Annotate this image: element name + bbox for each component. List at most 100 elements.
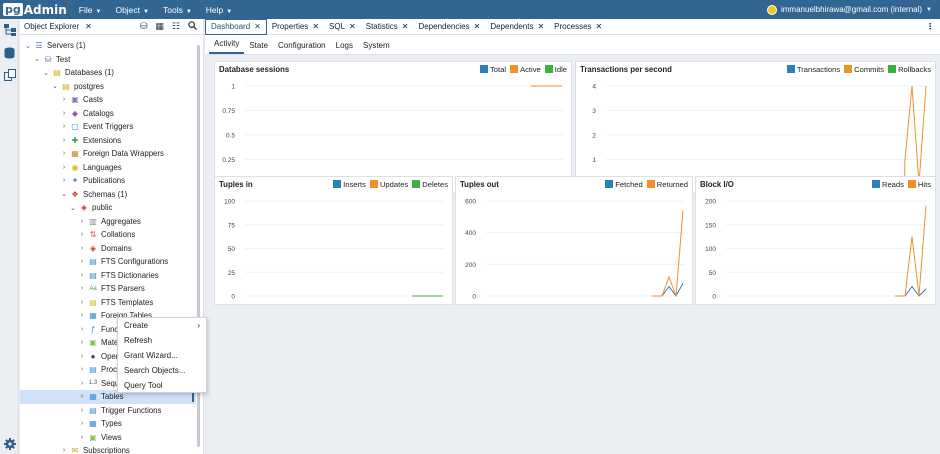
close-icon[interactable]: ✕: [537, 22, 544, 31]
close-icon[interactable]: ✕: [474, 22, 481, 31]
database-rail-icon[interactable]: [3, 46, 16, 59]
close-icon[interactable]: ✕: [349, 22, 356, 31]
tree-node-languages[interactable]: › ◉ Languages: [60, 161, 122, 175]
tab-sql[interactable]: SQL ✕: [324, 19, 361, 35]
chevron-right-icon[interactable]: ›: [78, 231, 86, 238]
chevron-right-icon[interactable]: ›: [78, 339, 86, 346]
chevron-right-icon[interactable]: ›: [78, 366, 86, 373]
tree-node-types[interactable]: › ▦ Types: [78, 417, 122, 431]
context-item-query-tool[interactable]: Query Tool: [118, 378, 206, 393]
subtab-activity[interactable]: Activity: [209, 39, 245, 54]
tree-node-postgres[interactable]: ⌄ ▤ postgres: [51, 80, 104, 94]
tree-node-aggregates[interactable]: › ▥ Aggregates: [78, 215, 141, 229]
chevron-down-icon[interactable]: ⌄: [60, 190, 68, 198]
chevron-right-icon[interactable]: ›: [78, 353, 86, 360]
tree-node-event-triggers[interactable]: › ▢ Event Triggers: [60, 120, 133, 134]
menu-help[interactable]: Help ▼: [206, 5, 232, 15]
schema-diff-rail-icon[interactable]: [3, 68, 16, 81]
close-panel-icon[interactable]: ✕: [85, 22, 92, 31]
chevron-right-icon[interactable]: ›: [78, 245, 86, 252]
chevron-right-icon[interactable]: ›: [78, 393, 86, 400]
tab-dependencies[interactable]: Dependencies ✕: [413, 19, 485, 35]
chevron-right-icon[interactable]: ›: [60, 177, 68, 184]
chevron-right-icon[interactable]: ›: [60, 164, 68, 171]
tree-node-fts-parsers[interactable]: › Aa FTS Parsers: [78, 282, 145, 296]
subtab-system[interactable]: System: [358, 41, 395, 54]
chevron-down-icon[interactable]: ⌄: [33, 55, 41, 63]
chevron-right-icon[interactable]: ›: [78, 299, 86, 306]
chevron-down-icon[interactable]: ⌄: [51, 82, 59, 90]
tree-node-servers-1[interactable]: ⌄ ☰ Servers (1): [24, 39, 86, 53]
tab-properties[interactable]: Properties ✕: [267, 19, 324, 35]
tree-node-domains[interactable]: › ◈ Domains: [78, 242, 132, 256]
search-icon[interactable]: [188, 21, 197, 32]
context-item-grant-wizard[interactable]: Grant Wizard...: [118, 348, 206, 363]
chevron-right-icon[interactable]: ›: [60, 110, 68, 117]
context-item-search-objects[interactable]: Search Objects...: [118, 363, 206, 378]
main-menu: File ▼ Object ▼ Tools ▼ Help ▼: [79, 5, 232, 15]
y-tick-label: 2: [592, 133, 596, 140]
tree-node-casts[interactable]: › ▣ Casts: [60, 93, 103, 107]
chevron-right-icon[interactable]: ›: [78, 258, 86, 265]
chevron-right-icon[interactable]: ›: [78, 218, 86, 225]
tree-node-collations[interactable]: › ⇅ Collations: [78, 228, 135, 242]
chevron-right-icon[interactable]: ›: [78, 285, 86, 292]
context-item-label: Create: [124, 321, 149, 330]
context-item-create[interactable]: Create ›: [118, 318, 206, 333]
close-icon[interactable]: ✕: [254, 22, 261, 31]
tab-statistics[interactable]: Statistics ✕: [361, 19, 414, 35]
chevron-down-icon[interactable]: ⌄: [69, 204, 77, 212]
catalogs-icon: ◆: [71, 108, 79, 118]
table-view-icon[interactable]: ▦: [155, 21, 164, 32]
tree-node-publications[interactable]: › ✦ Publications: [60, 174, 125, 188]
chevron-right-icon[interactable]: ›: [78, 312, 86, 319]
close-icon[interactable]: ✕: [312, 22, 319, 31]
settings-gear-icon[interactable]: [3, 437, 16, 450]
tree-node-test[interactable]: ⌄ ⛁ Test: [33, 53, 70, 67]
subtab-logs[interactable]: Logs: [331, 41, 358, 54]
pgadmin-logo: pg Admin: [3, 3, 67, 17]
chevron-right-icon[interactable]: ›: [78, 434, 86, 441]
chevron-down-icon[interactable]: ⌄: [42, 69, 50, 77]
chevron-right-icon[interactable]: ›: [60, 150, 68, 157]
tree-node-foreign-data-wrappers[interactable]: › ▦ Foreign Data Wrappers: [60, 147, 164, 161]
chevron-right-icon[interactable]: ›: [78, 420, 86, 427]
chevron-right-icon[interactable]: ›: [60, 447, 68, 454]
chevron-right-icon[interactable]: ›: [60, 96, 68, 103]
close-icon[interactable]: ✕: [596, 22, 603, 31]
tree-node-subscriptions[interactable]: › ✉ Subscriptions: [60, 444, 130, 454]
filter-icon[interactable]: ☷: [172, 21, 180, 32]
chevron-right-icon[interactable]: ›: [60, 123, 68, 130]
menu-object[interactable]: Object ▼: [115, 5, 149, 15]
tree-node-views[interactable]: › ▣ Views: [78, 431, 122, 445]
object-explorer-rail-icon[interactable]: [3, 23, 16, 36]
chevron-right-icon[interactable]: ›: [78, 326, 86, 333]
tab-processes[interactable]: Processes ✕: [549, 19, 607, 35]
context-item-refresh[interactable]: Refresh: [118, 333, 206, 348]
tree-node-schemas-1[interactable]: ⌄ ❖ Schemas (1): [60, 188, 127, 202]
tree-node-fts-configurations[interactable]: › ▤ FTS Configurations: [78, 255, 168, 269]
tree-node-trigger-functions[interactable]: › ▤ Trigger Functions: [78, 404, 162, 418]
close-icon[interactable]: ✕: [402, 22, 409, 31]
chevron-down-icon[interactable]: ⌄: [24, 42, 32, 50]
tab-dependents[interactable]: Dependents ✕: [485, 19, 549, 35]
tree-node-extensions[interactable]: › ✚ Extensions: [60, 134, 121, 148]
tree-node-public[interactable]: ⌄ ◈ public: [69, 201, 112, 215]
tree-node-fts-dictionaries[interactable]: › ▤ FTS Dictionaries: [78, 269, 159, 283]
more-options-icon[interactable]: ⋮: [926, 22, 934, 31]
menu-file[interactable]: File ▼: [79, 5, 102, 15]
chevron-right-icon[interactable]: ›: [60, 137, 68, 144]
tree-node-databases-1[interactable]: ⌄ ▤ Databases (1): [42, 66, 114, 80]
chevron-right-icon[interactable]: ›: [78, 407, 86, 414]
tree-node-catalogs[interactable]: › ◆ Catalogs: [60, 107, 114, 121]
menu-tools[interactable]: Tools ▼: [163, 5, 192, 15]
tree-node-fts-templates[interactable]: › ▤ FTS Templates: [78, 296, 153, 310]
tab-dashboard[interactable]: Dashboard ✕: [205, 18, 267, 35]
chevron-right-icon[interactable]: ›: [78, 272, 86, 279]
subtab-configuration[interactable]: Configuration: [273, 41, 331, 54]
database-query-icon[interactable]: ⛁: [140, 21, 148, 32]
chevron-right-icon[interactable]: ›: [78, 380, 86, 387]
user-menu[interactable]: immanuelbhirawa@gmail.com (internal) ▼: [766, 0, 932, 19]
subtab-state[interactable]: State: [244, 41, 273, 54]
y-tick-label: 100: [705, 246, 716, 253]
